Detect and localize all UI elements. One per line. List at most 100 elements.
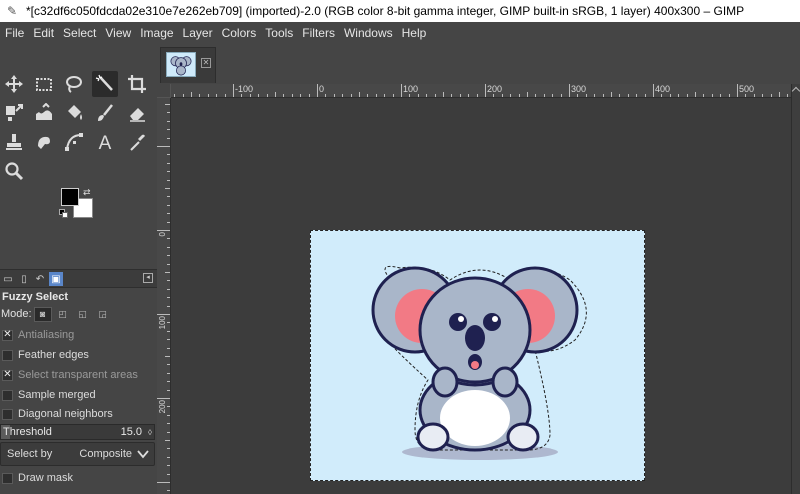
- menu-view[interactable]: View: [102, 22, 137, 44]
- ruler-tick: [275, 92, 276, 97]
- option-antialiasing[interactable]: ✕ Antialiasing: [2, 327, 74, 343]
- ruler-tick: [669, 94, 671, 97]
- option-feather-edges[interactable]: Feather edges: [2, 347, 89, 363]
- ruler-tick: [174, 94, 176, 97]
- tool-options-tab-icon[interactable]: ▭: [1, 272, 15, 286]
- ruler-tick: [409, 94, 411, 97]
- free-select-icon[interactable]: [61, 71, 87, 97]
- text-icon[interactable]: A: [92, 129, 118, 155]
- ruler-tick: [167, 414, 170, 416]
- ruler-tick: [577, 94, 579, 97]
- vertical-scrollbar[interactable]: [791, 84, 800, 494]
- ruler-tick: [167, 364, 170, 366]
- ruler-tick: [167, 389, 170, 391]
- ruler-tick: [527, 92, 528, 97]
- ruler-tick: [167, 112, 170, 114]
- menu-image[interactable]: Image: [137, 22, 179, 44]
- ruler-tick: [157, 146, 170, 147]
- canvas-area: -100 0 100 200 300 400 500 0 100 200: [157, 84, 800, 494]
- ruler-tick: [167, 162, 170, 164]
- foreground-color-swatch[interactable]: [61, 188, 79, 206]
- ruler-tick: [695, 92, 696, 97]
- paths-icon[interactable]: [61, 129, 87, 155]
- ruler-tick: [182, 94, 184, 97]
- warp-icon[interactable]: [31, 100, 57, 126]
- ruler-tick: [602, 94, 604, 97]
- ruler-tick: [167, 196, 170, 198]
- option-sample-merged[interactable]: Sample merged: [2, 387, 96, 403]
- crop-icon[interactable]: [124, 71, 150, 97]
- horizontal-ruler[interactable]: -100 0 100 200 300 400 500: [171, 84, 791, 98]
- ruler-tick: [619, 94, 621, 97]
- mode-intersect-icon[interactable]: ◲: [94, 307, 112, 322]
- sample-merged-label: Sample merged: [18, 389, 96, 401]
- bucket-fill-icon[interactable]: [61, 100, 87, 126]
- ruler-tick: [703, 94, 705, 97]
- paintbrush-icon[interactable]: [92, 100, 118, 126]
- mode-replace-icon[interactable]: ◙: [33, 306, 52, 322]
- sample-merged-checkbox[interactable]: [2, 389, 13, 401]
- ruler-tick: [737, 84, 738, 97]
- eraser-icon[interactable]: [124, 100, 150, 126]
- undo-history-tab-icon[interactable]: ↶: [33, 272, 47, 286]
- window-titlebar: ✎ *[c32df6c050fdcda02e310e7e262eb709] (i…: [0, 0, 800, 22]
- antialiasing-checkbox[interactable]: ✕: [2, 329, 13, 341]
- default-colors-icon[interactable]: [59, 209, 69, 219]
- option-diagonal-neighbors[interactable]: Diagonal neighbors: [2, 406, 113, 422]
- menu-layer[interactable]: Layer: [180, 22, 219, 44]
- image-tab[interactable]: ✕: [160, 47, 216, 83]
- scroll-up-icon[interactable]: [791, 86, 800, 96]
- swap-colors-icon[interactable]: ⇄: [83, 187, 91, 198]
- menu-colors[interactable]: Colors: [219, 22, 263, 44]
- menu-select[interactable]: Select: [60, 22, 102, 44]
- ruler-tick: [779, 92, 780, 97]
- feather-edges-checkbox[interactable]: [2, 349, 13, 361]
- image-canvas[interactable]: [310, 230, 645, 481]
- threshold-slider[interactable]: Threshold 15.0 ◊: [0, 424, 155, 440]
- ruler-tick: [224, 94, 226, 97]
- diagonal-neighbors-checkbox[interactable]: [2, 408, 13, 420]
- ruler-corner[interactable]: [157, 84, 171, 98]
- close-tab-icon[interactable]: ✕: [201, 58, 211, 68]
- smudge-icon[interactable]: [31, 129, 57, 155]
- menu-edit[interactable]: Edit: [30, 22, 60, 44]
- mode-label: Mode:: [1, 308, 32, 320]
- select-by-dropdown[interactable]: Select by Composite: [0, 442, 155, 466]
- zoom-icon[interactable]: [1, 158, 27, 184]
- mode-add-icon[interactable]: ◰: [54, 307, 72, 322]
- clone-icon[interactable]: [1, 129, 27, 155]
- color-picker-icon[interactable]: [124, 129, 150, 155]
- menu-file[interactable]: File: [2, 22, 30, 44]
- device-status-tab-icon[interactable]: ▯: [17, 272, 31, 286]
- option-draw-mask[interactable]: Draw mask: [2, 470, 73, 486]
- ruler-tick: [157, 398, 170, 399]
- menu-filters[interactable]: Filters: [299, 22, 341, 44]
- select-by-label: Select by: [7, 448, 53, 460]
- menu-windows[interactable]: Windows: [341, 22, 399, 44]
- toolbox: A ⇄ ▭ ▯ ↶ ▣ ◂ Fuzzy Select Mode: ◙ ◰ ◱ ◲…: [0, 44, 157, 494]
- option-select-transparent[interactable]: ✕ Select transparent areas: [2, 367, 138, 383]
- select-transparent-checkbox[interactable]: ✕: [2, 369, 13, 381]
- draw-mask-checkbox[interactable]: [2, 472, 13, 484]
- fuzzy-select-icon[interactable]: [92, 71, 118, 97]
- ruler-tick: [510, 94, 512, 97]
- dock-menu-icon[interactable]: ◂: [143, 273, 153, 283]
- ruler-label: 100: [403, 84, 419, 94]
- ruler-tick: [167, 179, 170, 181]
- transform-icon[interactable]: [1, 100, 27, 126]
- vertical-ruler[interactable]: 0 100 200: [157, 98, 171, 494]
- ruler-tick: [167, 221, 170, 223]
- ruler-tick: [167, 120, 170, 122]
- menu-help[interactable]: Help: [399, 22, 433, 44]
- ruler-tick: [518, 94, 520, 97]
- mode-subtract-icon[interactable]: ◱: [74, 307, 92, 322]
- menu-tools[interactable]: Tools: [262, 22, 299, 44]
- ruler-tick: [468, 94, 470, 97]
- move-tool-icon[interactable]: [1, 71, 27, 97]
- images-tab-icon[interactable]: ▣: [49, 272, 63, 286]
- rect-select-icon[interactable]: [31, 71, 57, 97]
- threshold-spinner-icon[interactable]: ◊: [148, 428, 152, 437]
- ruler-tick: [167, 448, 170, 450]
- ruler-tick: [375, 94, 377, 97]
- ruler-tick: [167, 154, 170, 156]
